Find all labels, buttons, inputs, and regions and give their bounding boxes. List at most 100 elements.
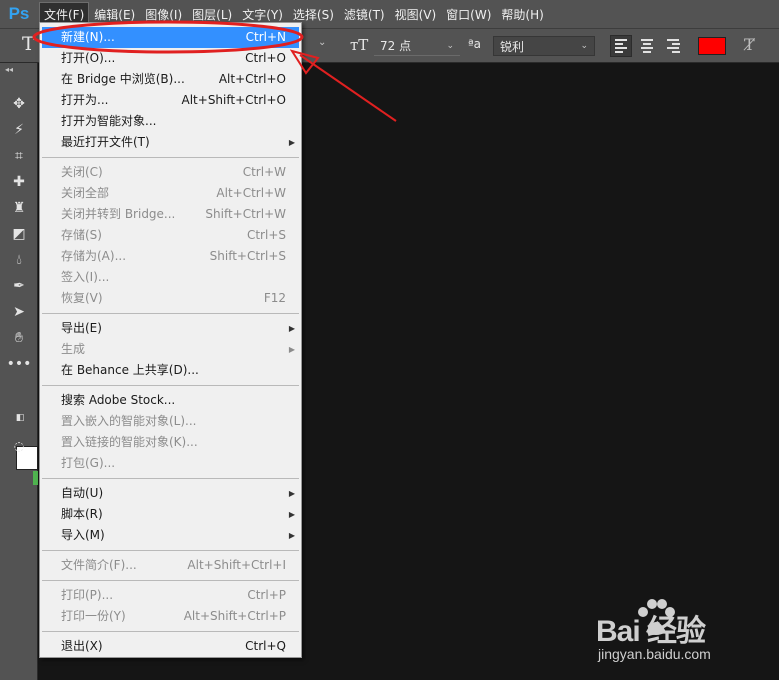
file-menu-item[interactable]: 在 Bridge 中浏览(B)... Alt+Ctrl+O	[40, 69, 301, 90]
file-menu-item[interactable]: 恢复(V) F12	[40, 288, 301, 309]
file-menu-item[interactable]: 新建(N)... Ctrl+N	[42, 27, 299, 48]
menu-item-shortcut: Alt+Shift+Ctrl+I	[187, 558, 286, 572]
menu-item-label: 置入嵌入的智能对象(L)...	[61, 414, 197, 428]
file-menu-item[interactable]: 生成 ▶	[40, 339, 301, 360]
menu-item-label: 打包(G)...	[61, 456, 116, 470]
menu-separator	[42, 580, 299, 581]
file-menu-item[interactable]: 打包(G)...	[40, 453, 301, 474]
menu-item-label: 存储(S)	[61, 228, 102, 242]
file-menu-item[interactable]: 搜索 Adobe Stock...	[40, 390, 301, 411]
file-menu-item[interactable]: 导出(E) ▶	[40, 318, 301, 339]
menu-item-label: 在 Behance 上共享(D)...	[61, 363, 199, 377]
pen-tool-icon[interactable]: ✒	[9, 276, 29, 296]
file-menu-item[interactable]: 在 Behance 上共享(D)...	[40, 360, 301, 381]
menu-item-label: 脚本(R)	[61, 507, 103, 521]
submenu-arrow-icon: ▶	[288, 138, 295, 147]
file-menu-item[interactable]: 置入嵌入的智能对象(L)...	[40, 411, 301, 432]
clone-stamp-icon[interactable]: ♜	[9, 198, 29, 218]
blur-tool-icon[interactable]: 💧︎	[9, 250, 29, 270]
menu-separator	[42, 550, 299, 551]
collapse-panel-icon[interactable]: ◂◂	[5, 65, 13, 74]
font-size-value: 72 点	[380, 39, 412, 53]
menu-item-shortcut: Ctrl+S	[246, 228, 286, 242]
menu-item-shortcut: Alt+Shift+Ctrl+P	[183, 609, 286, 623]
menu-item-label: 自动(U)	[61, 486, 104, 500]
swap-colors-icon[interactable]: ◧	[14, 412, 26, 424]
baidu-jingyan-watermark: Bai 经验 jingyan.baidu.com	[596, 592, 746, 672]
magic-wand-icon[interactable]: ⚡︎	[9, 120, 29, 140]
font-size-icon: ᴛT	[350, 36, 369, 54]
file-menu-item[interactable]: 关闭全部 Alt+Ctrl+W	[40, 183, 301, 204]
file-menu-item[interactable]: 打开为... Alt+Shift+Ctrl+O	[40, 90, 301, 111]
menu-item-label: 导入(M)	[61, 528, 105, 542]
submenu-arrow-icon: ▶	[288, 345, 295, 354]
type-tool-preset-icon[interactable]: T	[22, 33, 35, 55]
menu-item-label: 打开为智能对象...	[61, 114, 157, 128]
more-tools-icon[interactable]: •••	[7, 354, 32, 374]
chevron-down-icon: ⌄	[580, 41, 588, 51]
watermark-brand: Bai 经验	[596, 615, 706, 648]
menu-6[interactable]: 滤镜(T)	[340, 3, 389, 25]
menu-item-label: 关闭并转到 Bridge...	[61, 207, 176, 221]
file-menu-item[interactable]: 打印(P)... Ctrl+P	[40, 585, 301, 606]
submenu-arrow-icon: ▶	[288, 324, 295, 333]
menu-item-shortcut: Ctrl+W	[242, 165, 286, 179]
file-menu-item[interactable]: 关闭(C) Ctrl+W	[40, 162, 301, 183]
menu-item-shortcut: Ctrl+P	[247, 588, 286, 602]
file-menu-item[interactable]: 最近打开文件(T) ▶	[40, 132, 301, 153]
file-menu-item[interactable]: 打开(O)... Ctrl+O	[40, 48, 301, 69]
file-menu-item[interactable]: 签入(I)...	[40, 267, 301, 288]
align-left-button[interactable]	[610, 35, 632, 57]
antialias-dropdown[interactable]: 锐利 ⌄	[493, 36, 595, 56]
file-menu-item[interactable]: 自动(U) ▶	[40, 483, 301, 504]
file-menu-item[interactable]: 关闭并转到 Bridge... Shift+Ctrl+W	[40, 204, 301, 225]
antialias-icon: ªa	[468, 37, 482, 51]
file-menu-item[interactable]: 脚本(R) ▶	[40, 504, 301, 525]
eraser-icon[interactable]: ◩	[9, 224, 29, 244]
align-center-button[interactable]	[636, 35, 658, 57]
menu-item-label: 在 Bridge 中浏览(B)...	[61, 72, 185, 86]
menu-item-label: 文件简介(F)...	[61, 558, 137, 572]
menu-item-label: 关闭全部	[61, 186, 110, 200]
warp-text-icon[interactable]: Ⱦ	[744, 35, 755, 54]
file-menu-item[interactable]: 文件简介(F)... Alt+Shift+Ctrl+I	[40, 555, 301, 576]
file-menu-item[interactable]: 退出(X) Ctrl+Q	[40, 636, 301, 657]
file-menu-dropdown: 新建(N)... Ctrl+N 打开(O)... Ctrl+O 在 Bridge 中浏览…	[39, 22, 302, 658]
menu-separator	[42, 478, 299, 479]
menu-item-label: 签入(I)...	[61, 270, 110, 284]
hand-tool-icon[interactable]: ✋︎	[9, 328, 29, 348]
chevron-down-icon: ⌄	[446, 40, 454, 51]
menu-item-label: 关闭(C)	[61, 165, 103, 179]
watermark-url: jingyan.baidu.com	[598, 646, 711, 662]
move-tool-icon[interactable]: ✥	[9, 94, 29, 114]
menu-separator	[42, 313, 299, 314]
file-menu-item[interactable]: 打印一份(Y) Alt+Shift+Ctrl+P	[40, 606, 301, 627]
align-right-button[interactable]	[662, 35, 684, 57]
menu-item-label: 打开(O)...	[61, 51, 116, 65]
menu-9[interactable]: 帮助(H)	[497, 3, 547, 25]
file-menu-item[interactable]: 打开为智能对象...	[40, 111, 301, 132]
menu-8[interactable]: 窗口(W)	[442, 3, 495, 25]
text-color-swatch[interactable]	[698, 37, 726, 55]
file-menu-item[interactable]: 存储(S) Ctrl+S	[40, 225, 301, 246]
menu-item-shortcut: Alt+Ctrl+O	[218, 72, 286, 86]
menu-item-shortcut: Shift+Ctrl+S	[209, 249, 286, 263]
healing-brush-icon[interactable]: ✚	[9, 172, 29, 192]
background-color-swatch[interactable]	[33, 471, 38, 485]
font-style-chevron-icon[interactable]: ⌄	[318, 37, 326, 48]
font-size-field[interactable]: 72 点 ⌄	[374, 36, 460, 56]
menu-7[interactable]: 视图(V)	[391, 3, 441, 25]
menu-item-shortcut: Shift+Ctrl+W	[205, 207, 286, 221]
menu-item-label: 最近打开文件(T)	[61, 135, 150, 149]
submenu-arrow-icon: ▶	[288, 489, 295, 498]
menu-separator	[42, 631, 299, 632]
quick-mask-icon[interactable]: ◌	[9, 436, 29, 456]
menu-item-label: 打印(P)...	[61, 588, 114, 602]
file-menu-item[interactable]: 置入链接的智能对象(K)...	[40, 432, 301, 453]
menu-item-label: 退出(X)	[61, 639, 103, 653]
path-selection-icon[interactable]: ➤	[9, 302, 29, 322]
crop-tool-icon[interactable]: ⌗	[9, 146, 29, 166]
file-menu-item[interactable]: 导入(M) ▶	[40, 525, 301, 546]
menu-item-shortcut: Alt+Shift+Ctrl+O	[181, 93, 286, 107]
file-menu-item[interactable]: 存储为(A)... Shift+Ctrl+S	[40, 246, 301, 267]
